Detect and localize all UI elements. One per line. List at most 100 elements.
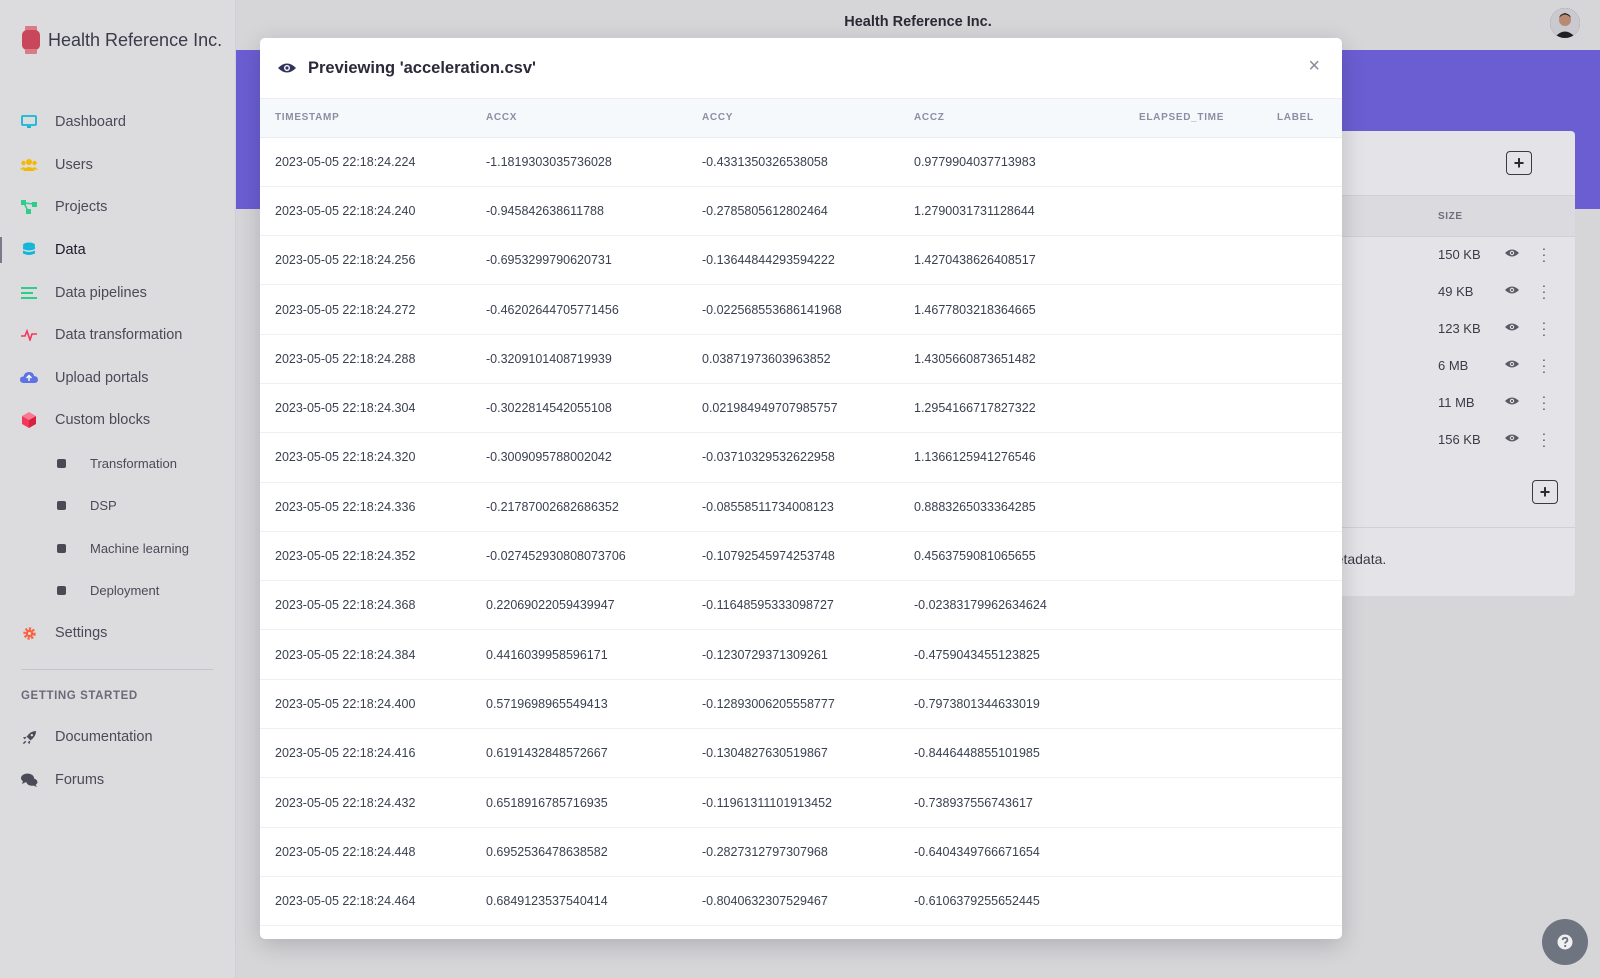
table-cell-elapsed-time: [1124, 186, 1262, 237]
table-cell-label: [1262, 235, 1342, 286]
table-row: 2023-05-05 22:18:24.464 0.684912353754041…: [260, 876, 1342, 927]
sidebar-item-projects[interactable]: Projects: [0, 186, 236, 229]
table-cell-accx: 0.5719698965549413: [471, 679, 687, 730]
file-size: 156 KB: [1438, 432, 1481, 447]
files-table-header: SIZE: [1310, 195, 1575, 237]
org-header[interactable]: Health Reference Inc.: [20, 26, 222, 54]
column-header-elapsed-time: ELAPSED_TIME: [1124, 99, 1262, 138]
table-cell-accz: -0.6106379255652445: [899, 876, 1124, 927]
table-cell-accz: 1.2790031731128644: [899, 186, 1124, 237]
table-cell-accz: 0.4563759081065655: [899, 531, 1124, 582]
table-cell-timestamp: 2023-05-05 22:18:24.320: [260, 432, 471, 483]
table-cell-accx: 0.6849123537540414: [471, 876, 687, 927]
table-row[interactable]: 6 MB · · ·: [1310, 348, 1575, 385]
eye-icon[interactable]: [1505, 322, 1519, 332]
list-icon: [20, 284, 38, 302]
file-size: 11 MB: [1438, 395, 1475, 410]
more-vertical-icon[interactable]: · · ·: [1541, 278, 1547, 304]
table-cell-timestamp: 2023-05-05 22:18:24.448: [260, 827, 471, 877]
sidebar-item-upload-portals[interactable]: Upload portals: [0, 357, 236, 400]
table-row[interactable]: 11 MB · · ·: [1310, 385, 1575, 422]
close-icon[interactable]: ×: [1308, 56, 1320, 76]
sidebar-item-data-transformation[interactable]: Data transformation: [0, 314, 236, 357]
sidebar-subitem-dsp[interactable]: DSP: [0, 484, 236, 527]
table-cell-accy: -0.03710329532622958: [687, 432, 899, 483]
database-icon: [20, 241, 38, 259]
sidebar-item-label: Custom blocks: [55, 412, 151, 429]
table-cell-timestamp: 2023-05-05 22:18:24.416: [260, 728, 471, 779]
table-row[interactable]: 49 KB · · ·: [1310, 274, 1575, 311]
eye-icon[interactable]: [1505, 359, 1519, 369]
question-circle-icon: [1557, 934, 1573, 950]
sidebar-subitem-machine-learning[interactable]: Machine learning: [0, 527, 236, 570]
more-vertical-icon[interactable]: · · ·: [1541, 389, 1547, 415]
users-icon: [20, 156, 38, 174]
table-cell-elapsed-time: [1124, 876, 1262, 927]
column-header-accy: ACCY: [687, 99, 899, 138]
table-cell-accx: -0.21787002682686352: [471, 482, 687, 532]
sidebar-item-dashboard[interactable]: Dashboard: [0, 101, 236, 144]
sidebar-item-documentation[interactable]: Documentation: [0, 716, 236, 759]
table-cell-timestamp: 2023-05-05 22:18:24.288: [260, 334, 471, 384]
sidebar-item-data[interactable]: Data: [0, 229, 236, 272]
table-cell-accy: -0.8040632307529467: [687, 876, 899, 927]
sidebar-item-users[interactable]: Users: [0, 144, 236, 187]
table-cell-timestamp: 2023-05-05 22:18:24.224: [260, 137, 471, 187]
table-row: 2023-05-05 22:18:24.304 -0.30228145420551…: [260, 383, 1342, 434]
sidebar-item-label: Data: [55, 242, 86, 259]
table-cell-elapsed-time: [1124, 728, 1262, 779]
help-button[interactable]: [1542, 919, 1588, 965]
user-avatar[interactable]: [1550, 8, 1580, 38]
sidebar-item-data-pipelines[interactable]: Data pipelines: [0, 271, 236, 314]
table-cell-accx: -0.027452930808073706: [471, 531, 687, 582]
eye-icon[interactable]: [1505, 285, 1519, 295]
add-data-button[interactable]: +: [1506, 151, 1532, 175]
table-cell-label: [1262, 580, 1342, 631]
table-cell-timestamp: 2023-05-05 22:18:24.384: [260, 629, 471, 680]
sidebar-subitem-transformation[interactable]: Transformation: [0, 442, 236, 485]
table-row: 2023-05-05 22:18:24.224 -1.18193030357360…: [260, 137, 1342, 187]
add-item-button[interactable]: +: [1532, 480, 1558, 504]
table-cell-elapsed-time: [1124, 235, 1262, 286]
table-row: 2023-05-05 22:18:24.336 -0.21787002682686…: [260, 482, 1342, 532]
table-cell-accz: -0.738937556743617: [899, 777, 1124, 828]
csv-preview-table: TIMESTAMP ACCX ACCY ACCZ ELAPSED_TIME LABEL 2…: [260, 99, 1342, 927]
table-row[interactable]: 150 KB · · ·: [1310, 237, 1575, 274]
sidebar-item-label: Documentation: [55, 729, 153, 746]
sidebar-item-forums[interactable]: Forums: [0, 759, 236, 802]
more-vertical-icon[interactable]: · · ·: [1541, 315, 1547, 341]
sidebar-item-custom-blocks[interactable]: Custom blocks: [0, 399, 236, 442]
cloud-upload-icon: [20, 369, 38, 387]
table-cell-accz: 0.9779904037713983: [899, 137, 1124, 187]
table-cell-accy: -0.08558511734008123: [687, 482, 899, 532]
table-row: 2023-05-05 22:18:24.448 0.695253647863858…: [260, 827, 1342, 877]
sidebar-item-label: Forums: [55, 771, 105, 788]
sidebar-subitem-deployment[interactable]: Deployment: [0, 570, 236, 613]
sidebar-item-settings[interactable]: Settings: [0, 612, 236, 655]
table-cell-timestamp: 2023-05-05 22:18:24.432: [260, 777, 471, 828]
table-cell-accz: 1.4270438626408517: [899, 235, 1124, 286]
column-header-accz: ACCZ: [899, 99, 1124, 138]
table-row[interactable]: 156 KB · · ·: [1310, 422, 1575, 459]
table-cell-accx: -0.3022814542055108: [471, 383, 687, 434]
more-vertical-icon[interactable]: · · ·: [1541, 241, 1547, 267]
eye-icon[interactable]: [1505, 248, 1519, 258]
table-cell-accy: 0.03871973603963852: [687, 334, 899, 384]
watch-logo-icon: [22, 26, 40, 54]
table-row[interactable]: 123 KB · · ·: [1310, 311, 1575, 348]
monitor-icon: [20, 113, 38, 131]
table-cell-label: [1262, 482, 1342, 532]
data-files-card: + SIZE 150 KB · · · 49 KB · · · 123 KB · · · 6…: [1310, 131, 1575, 596]
eye-icon[interactable]: [1505, 396, 1519, 406]
table-cell-accy: -0.12893006205558777: [687, 679, 899, 730]
more-vertical-icon[interactable]: · · ·: [1541, 426, 1547, 452]
eye-icon[interactable]: [1505, 433, 1519, 443]
table-cell-accy: -0.10792545974253748: [687, 531, 899, 582]
table-row: 2023-05-05 22:18:24.288 -0.32091014087199…: [260, 334, 1342, 384]
table-cell-elapsed-time: [1124, 482, 1262, 532]
square-bullet-icon: [57, 543, 66, 553]
table-cell-timestamp: 2023-05-05 22:18:24.256: [260, 235, 471, 286]
table-cell-accz: -0.4759043455123825: [899, 629, 1124, 680]
table-row: 2023-05-05 22:18:24.400 0.571969896554941…: [260, 679, 1342, 730]
more-vertical-icon[interactable]: · · ·: [1541, 352, 1547, 378]
